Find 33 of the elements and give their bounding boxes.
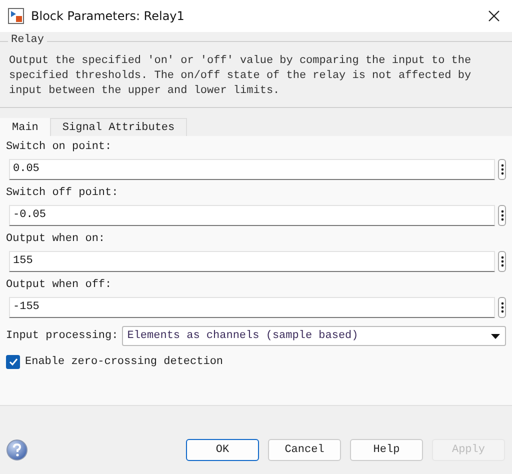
help-icon[interactable] bbox=[6, 439, 28, 461]
input-field[interactable]: 155 bbox=[9, 251, 495, 272]
caret-icon bbox=[491, 334, 500, 338]
dropdown[interactable]: Elements as channels (sample based) bbox=[122, 326, 506, 346]
group-title: Relay bbox=[8, 34, 48, 46]
input-field[interactable]: -155 bbox=[9, 297, 495, 318]
parameter-label: Switch off point: bbox=[6, 187, 120, 199]
dialog-button[interactable]: OK bbox=[186, 439, 259, 461]
dots-icon bbox=[500, 210, 504, 221]
dots-icon bbox=[500, 164, 504, 175]
dots-icon bbox=[500, 256, 504, 267]
tab[interactable]: Signal Attributes bbox=[50, 118, 187, 136]
more-options-button[interactable] bbox=[498, 251, 506, 272]
dots-icon bbox=[500, 302, 504, 313]
more-options-button[interactable] bbox=[498, 297, 506, 318]
checkbox-label[interactable]: Enable zero-crossing detection bbox=[25, 356, 224, 368]
checkbox[interactable] bbox=[6, 355, 20, 369]
block-description: Output the specified 'on' or 'off' value by comparing the input to the specified thresholds. The on/off state of the relay is not affected by input between the upper and lower limits. bbox=[9, 54, 472, 99]
input-processing-label: Input processing: bbox=[6, 330, 118, 342]
block-icon bbox=[8, 8, 24, 24]
check-icon bbox=[8, 358, 18, 366]
dialog-button[interactable]: Cancel bbox=[268, 439, 341, 461]
close-icon[interactable] bbox=[488, 10, 500, 22]
window-title: Block Parameters: Relay1 bbox=[31, 9, 186, 23]
input-field[interactable]: 0.05 bbox=[9, 159, 495, 180]
parameter-label: Switch on point: bbox=[6, 141, 113, 153]
parameter-label: Output when off: bbox=[6, 279, 113, 291]
tab[interactable]: Main bbox=[0, 118, 50, 136]
more-options-button[interactable] bbox=[498, 159, 506, 180]
input-field[interactable]: -0.05 bbox=[9, 205, 495, 226]
parameter-label: Output when on: bbox=[6, 233, 106, 245]
dialog-button[interactable]: Help bbox=[350, 439, 423, 461]
more-options-button[interactable] bbox=[498, 205, 506, 226]
